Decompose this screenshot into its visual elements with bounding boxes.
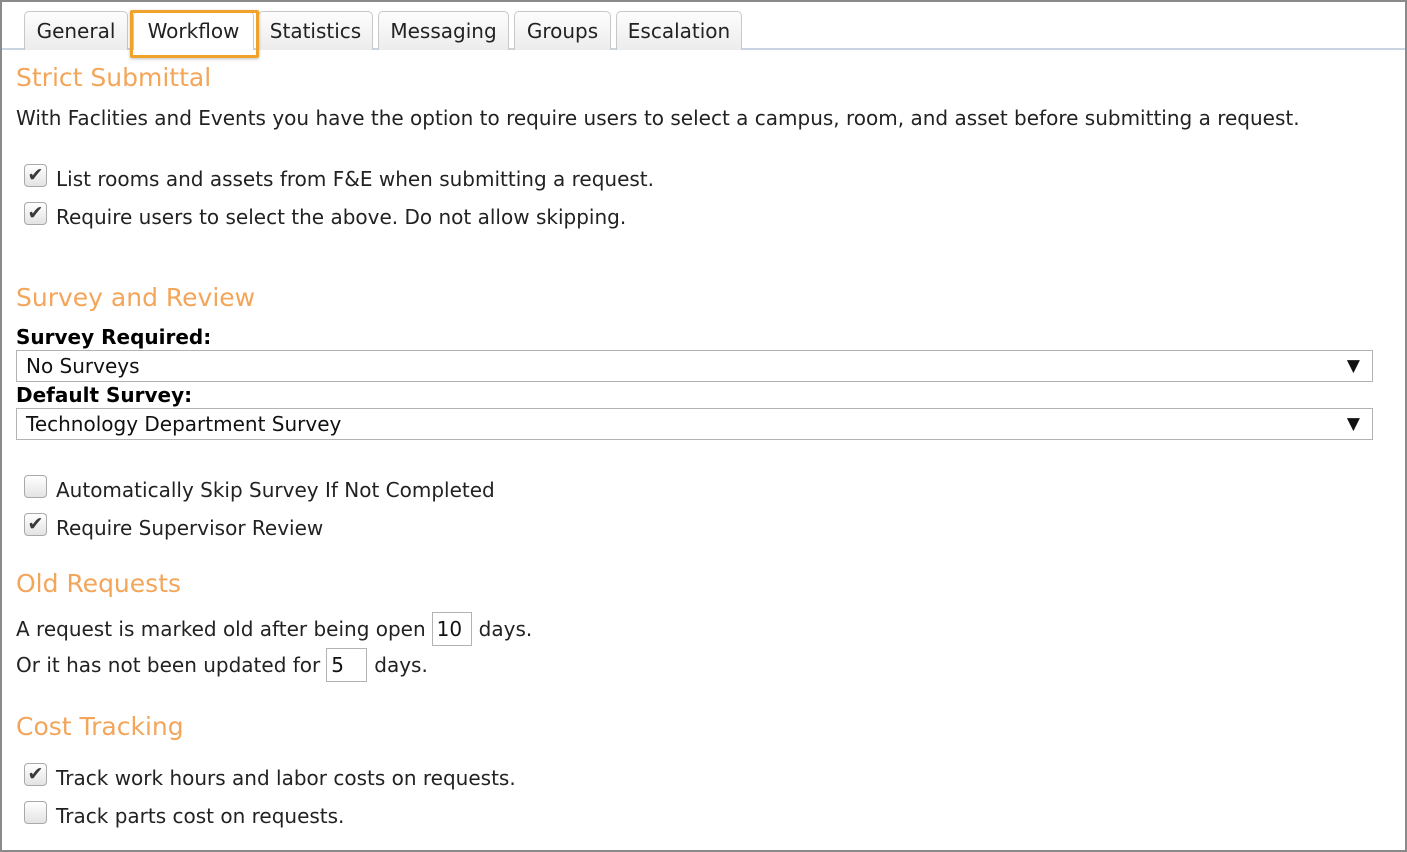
- track-parts-option[interactable]: Track parts cost on requests.: [24, 800, 345, 828]
- track-parts-label: Track parts cost on requests.: [56, 804, 345, 828]
- check-icon: ✔: [27, 762, 44, 785]
- auto-skip-survey-option[interactable]: Automatically Skip Survey If Not Complet…: [24, 474, 495, 502]
- default-survey-label: Default Survey:: [16, 383, 193, 407]
- not-updated-prefix: Or it has not been updated for: [16, 653, 321, 677]
- require-selection-checkbox[interactable]: ✔: [24, 201, 47, 225]
- settings-panel: General Workflow Statistics Messaging Gr…: [0, 0, 1407, 852]
- supervisor-review-checkbox[interactable]: ✔: [24, 512, 47, 536]
- old-requests-title: Old Requests: [16, 569, 182, 598]
- supervisor-review-label: Require Supervisor Review: [56, 516, 324, 540]
- cost-tracking-title: Cost Tracking: [16, 712, 184, 741]
- check-icon: ✔: [27, 201, 44, 224]
- tab-statistics[interactable]: Statistics: [258, 11, 373, 50]
- track-labor-checkbox[interactable]: ✔: [24, 762, 47, 786]
- strict-submittal-description: With Faclities and Events you have the o…: [16, 106, 1300, 130]
- not-updated-row: Or it has not been updated for 5 days.: [16, 648, 428, 682]
- track-parts-checkbox[interactable]: [24, 800, 47, 824]
- old-after-open-suffix: days.: [478, 617, 533, 641]
- supervisor-review-option[interactable]: ✔ Require Supervisor Review: [24, 512, 324, 540]
- strict-submittal-title: Strict Submittal: [16, 63, 212, 92]
- check-icon: ✔: [27, 163, 44, 186]
- auto-skip-survey-label: Automatically Skip Survey If Not Complet…: [56, 478, 495, 502]
- not-updated-days-input[interactable]: 5: [326, 648, 368, 682]
- auto-skip-survey-checkbox[interactable]: [24, 474, 47, 498]
- not-updated-suffix: days.: [374, 653, 428, 677]
- tab-messaging[interactable]: Messaging: [378, 11, 509, 50]
- tab-workflow[interactable]: Workflow: [133, 11, 254, 50]
- track-labor-option[interactable]: ✔ Track work hours and labor costs on re…: [24, 762, 516, 790]
- require-selection-option[interactable]: ✔ Require users to select the above. Do …: [24, 201, 627, 229]
- survey-review-title: Survey and Review: [16, 283, 256, 312]
- require-selection-label: Require users to select the above. Do no…: [56, 205, 627, 229]
- dropdown-arrow-icon: ▼: [1346, 356, 1360, 376]
- default-survey-select[interactable]: Technology Department Survey ▼: [16, 408, 1373, 440]
- default-survey-value: Technology Department Survey: [26, 412, 342, 436]
- list-rooms-option[interactable]: ✔ List rooms and assets from F&E when su…: [24, 163, 654, 191]
- survey-required-value: No Surveys: [26, 354, 140, 378]
- old-after-open-row: A request is marked old after being open…: [16, 612, 532, 646]
- survey-required-label: Survey Required:: [16, 325, 212, 349]
- survey-required-select[interactable]: No Surveys ▼: [16, 350, 1373, 382]
- dropdown-arrow-icon: ▼: [1346, 414, 1360, 434]
- list-rooms-label: List rooms and assets from F&E when subm…: [56, 167, 654, 191]
- tab-groups[interactable]: Groups: [514, 11, 611, 50]
- tab-general[interactable]: General: [24, 11, 128, 50]
- track-labor-label: Track work hours and labor costs on requ…: [56, 766, 516, 790]
- old-after-open-days-input[interactable]: 10: [431, 612, 472, 646]
- tab-bar: General Workflow Statistics Messaging Gr…: [2, 2, 1405, 50]
- check-icon: ✔: [27, 512, 44, 535]
- list-rooms-checkbox[interactable]: ✔: [24, 163, 47, 187]
- old-after-open-prefix: A request is marked old after being open: [16, 617, 426, 641]
- tab-escalation[interactable]: Escalation: [616, 11, 742, 50]
